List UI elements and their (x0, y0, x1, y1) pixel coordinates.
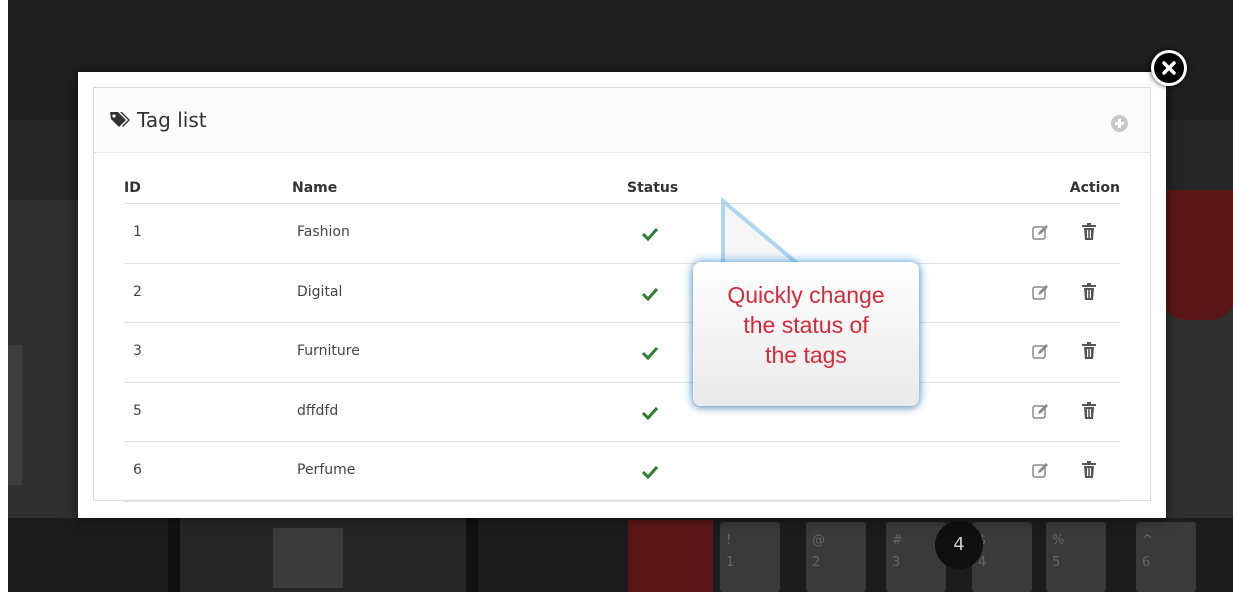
edit-icon[interactable] (1032, 284, 1049, 301)
background-key: @2 (806, 522, 866, 592)
plus-circle-icon[interactable] (1111, 115, 1128, 132)
panel-title-text: Tag list (137, 108, 207, 132)
row-name: Furniture (297, 343, 360, 359)
row-name: dffdfd (297, 402, 339, 419)
table-header: ID Name Status Action (124, 178, 1120, 204)
column-header-action: Action (1069, 180, 1120, 196)
background-product-image (628, 520, 713, 592)
table-row: 2 Digital (124, 264, 1120, 323)
background-product-image (1158, 190, 1233, 320)
callout-line: the status of (743, 312, 869, 338)
trash-icon[interactable] (1082, 461, 1096, 478)
edit-icon[interactable] (1032, 462, 1049, 479)
check-icon[interactable] (641, 464, 659, 480)
check-icon[interactable] (641, 286, 659, 301)
panel-title: Tag list (109, 108, 207, 132)
row-name: Fashion (297, 224, 350, 240)
table-row: 5 dffdfd (124, 383, 1120, 442)
edit-icon[interactable] (1032, 403, 1049, 420)
row-name: Digital (297, 283, 343, 300)
trash-icon[interactable] (1082, 401, 1096, 419)
table-row: 6 Perfume (124, 442, 1120, 502)
callout-line: Quickly change (727, 282, 885, 308)
row-id: 2 (133, 283, 142, 300)
check-icon[interactable] (641, 226, 659, 242)
row-name: Perfume (297, 462, 356, 478)
background-key: $4 (972, 522, 1032, 592)
callout-tooltip: Quickly change the status of the tags (693, 262, 919, 406)
column-header-status: Status (627, 180, 679, 196)
panel-header: Tag list (94, 88, 1150, 153)
row-id: 5 (133, 402, 142, 419)
trash-icon[interactable] (1082, 342, 1096, 359)
column-header-name: Name (292, 180, 338, 196)
trash-icon[interactable] (1082, 282, 1096, 300)
callout-text: Quickly change the status of the tags (693, 280, 919, 370)
background-product-image (273, 528, 343, 588)
close-icon (1162, 61, 1176, 75)
row-id: 1 (133, 224, 142, 240)
background-key: ^ 6 (1136, 522, 1196, 592)
background-key: % 5 (1046, 522, 1106, 592)
callout-tail (721, 196, 800, 266)
table-row: 1 Fashion (124, 204, 1120, 264)
background-key: ! 1 (720, 522, 780, 592)
close-button[interactable] (1151, 50, 1187, 86)
tag-list-panel: Tag list ID Name Status Action 1 Fashion… (93, 87, 1151, 502)
background-product-image (8, 345, 22, 485)
background-badge: 4 (935, 521, 983, 569)
tag-table: ID Name Status Action 1 Fashion 2 Digita… (124, 178, 1120, 502)
row-id: 3 (133, 343, 142, 359)
check-icon[interactable] (641, 405, 659, 420)
table-row: 3 Furniture (124, 323, 1120, 383)
tag-list-modal: Tag list ID Name Status Action 1 Fashion… (78, 72, 1166, 518)
edit-icon[interactable] (1032, 343, 1049, 360)
edit-icon[interactable] (1032, 224, 1049, 241)
callout-line: the tags (765, 342, 847, 368)
trash-icon[interactable] (1082, 223, 1096, 240)
row-id: 6 (133, 462, 142, 478)
check-icon[interactable] (641, 345, 659, 361)
column-header-id: ID (124, 180, 141, 196)
tags-icon (109, 110, 131, 130)
